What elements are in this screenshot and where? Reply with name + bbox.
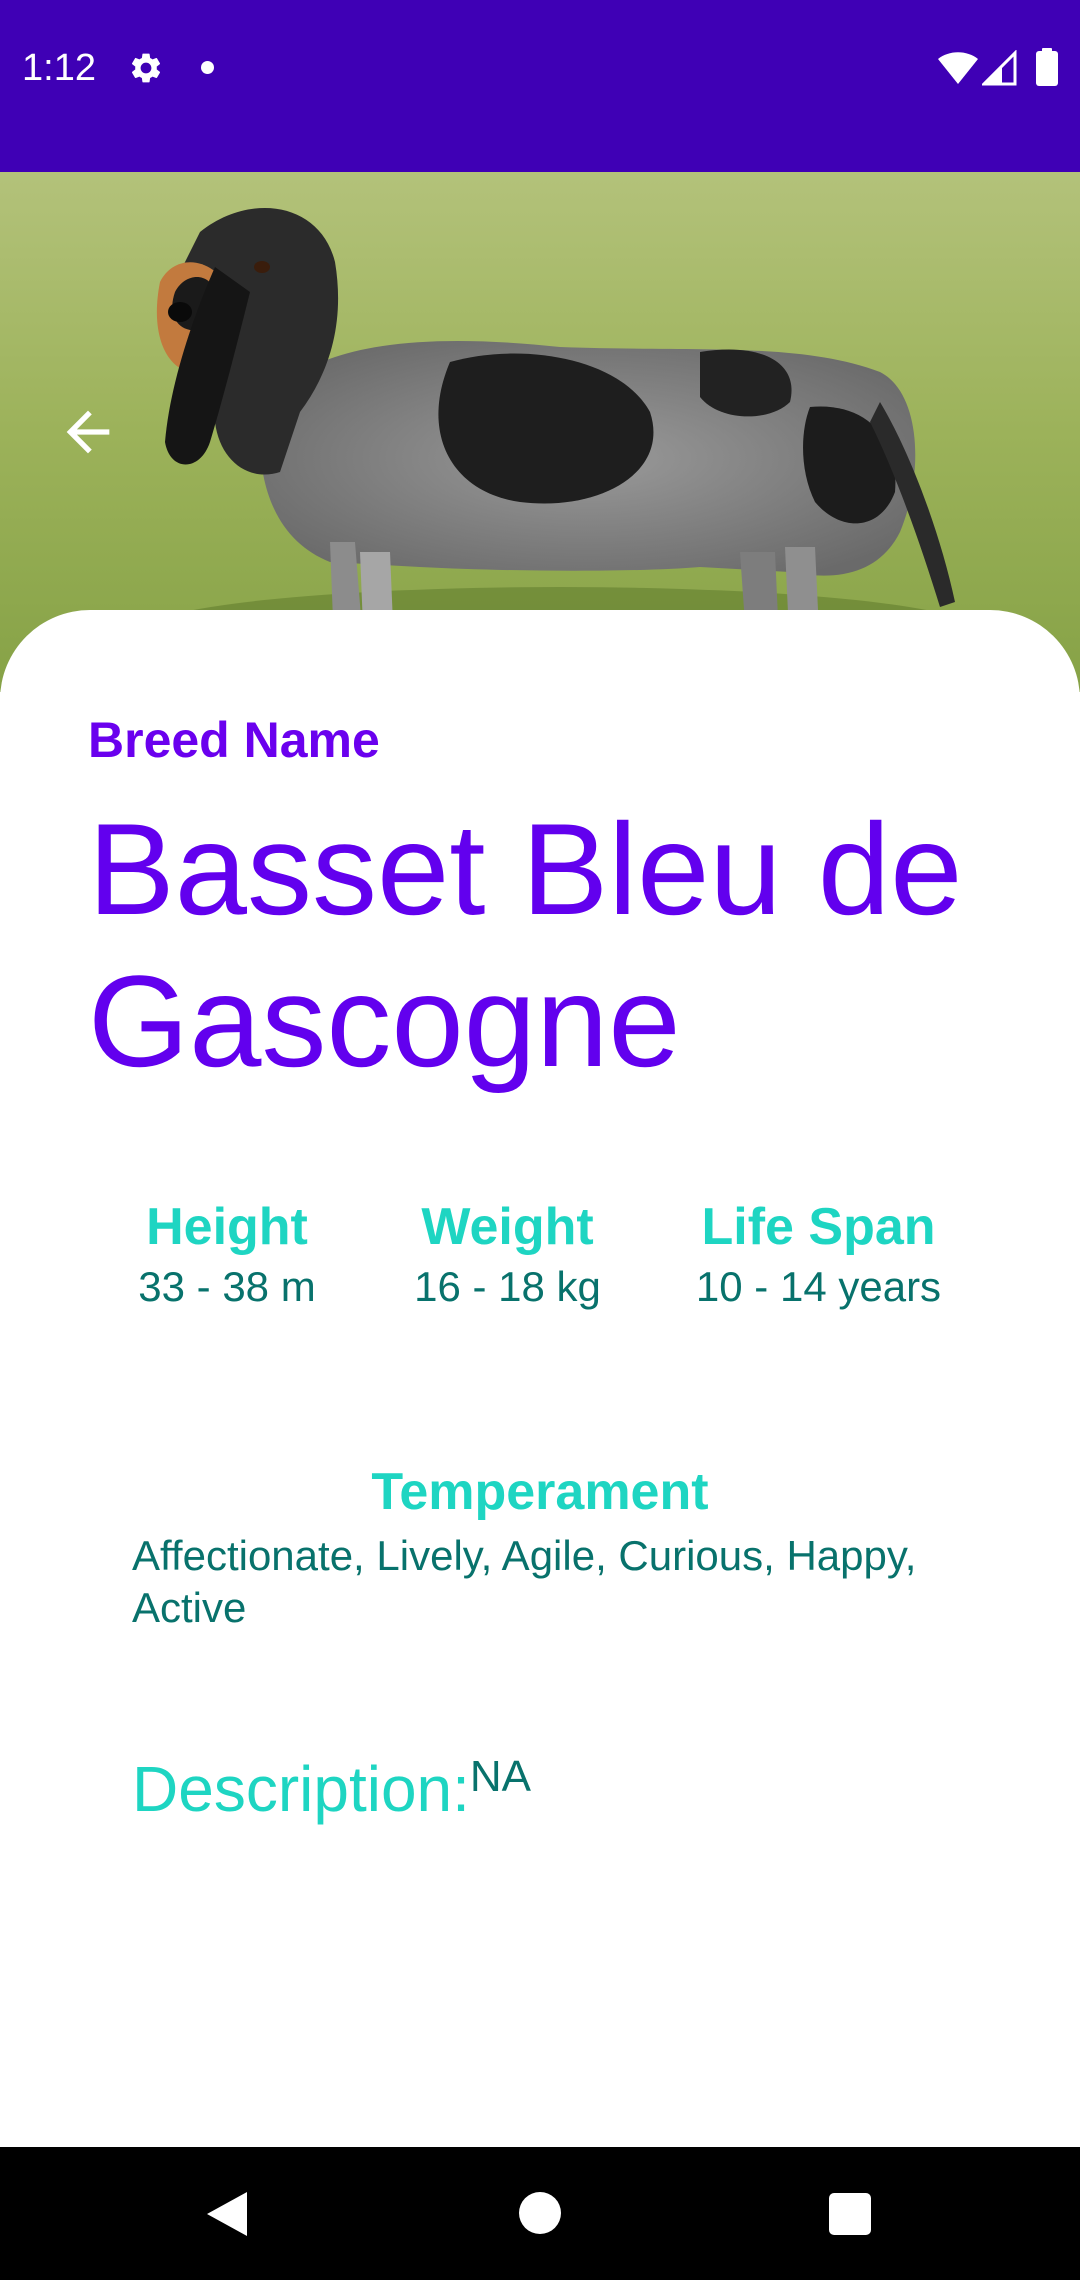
height-title: Height — [146, 1198, 308, 1256]
wifi-icon — [938, 52, 978, 84]
nav-back-icon[interactable] — [203, 2190, 249, 2238]
height-stat: Height 33 - 38 m — [127, 1195, 327, 1315]
life-span-stat: Life Span 10 - 14 years — [686, 1195, 951, 1315]
description-row: Description:NA — [132, 1750, 531, 1828]
weight-title: Weight — [421, 1198, 594, 1256]
cell-signal-icon — [982, 50, 1017, 86]
weight-stat: Weight 16 - 18 kg — [405, 1195, 610, 1315]
back-button[interactable] — [48, 392, 128, 472]
system-navigation-bar — [0, 2147, 1080, 2280]
breed-stats: Height 33 - 38 m Weight 16 - 18 kg Life … — [0, 1195, 1080, 1345]
life-span-title: Life Span — [701, 1198, 936, 1256]
nav-recents-icon[interactable] — [829, 2193, 871, 2235]
status-time: 1:12 — [22, 47, 96, 89]
life-span-value: 10 - 14 years — [695, 1263, 942, 1310]
temperament-title: Temperament — [371, 1463, 709, 1521]
description-label: Description: — [132, 1753, 470, 1825]
notification-dot-icon — [201, 61, 214, 74]
status-bar: 1:12 — [0, 0, 1080, 172]
breed-name-label: Breed Name — [88, 712, 380, 768]
breed-name-title: Basset Bleu de Gascogne — [88, 796, 963, 1094]
breed-details-card: Breed Name Basset Bleu de Gascogne Heigh… — [0, 610, 1080, 2147]
weight-value: 16 - 18 kg — [414, 1263, 601, 1310]
dog-breed-detail-screen: 1:12 Breed Name Basset Bleu de Gascogne … — [0, 0, 1080, 2280]
battery-icon — [1036, 48, 1058, 86]
temperament-value: Affectionate, Lively, Agile, Curious, Ha… — [132, 1532, 917, 1631]
settings-gear-icon — [131, 53, 161, 83]
nav-home-icon[interactable] — [519, 2192, 561, 2234]
height-value: 33 - 38 m — [138, 1263, 316, 1310]
description-value: NA — [469, 1752, 532, 1801]
arrow-left-icon — [66, 410, 110, 454]
